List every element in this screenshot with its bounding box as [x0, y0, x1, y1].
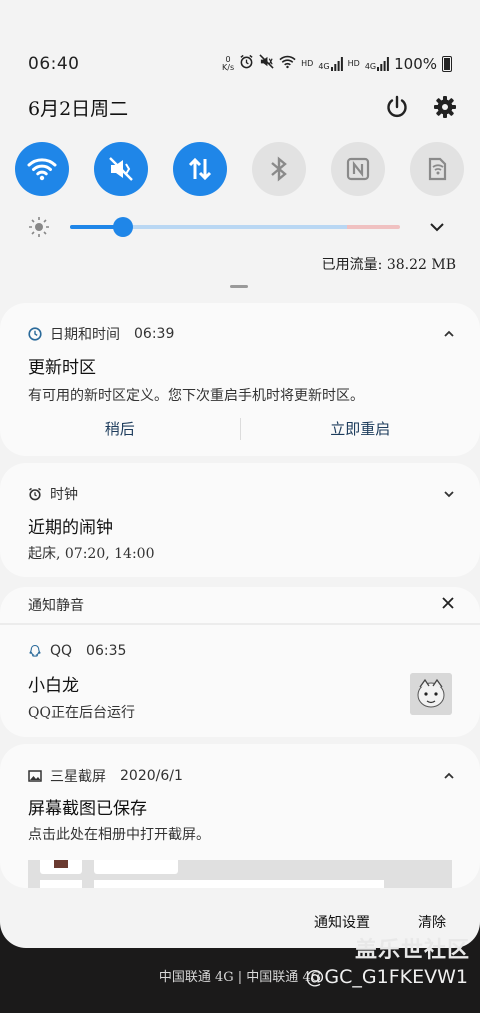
- chevron-down-icon: [430, 223, 444, 232]
- datetime-notification[interactable]: 日期和时间 06:39 更新时区 有可用的新时区定义。您下次重启手机时将更新时区…: [0, 303, 480, 456]
- wifi-icon: [27, 158, 57, 181]
- battery-percent: 100%: [394, 54, 437, 73]
- mute-icon: [109, 157, 133, 181]
- qq-icon: [29, 644, 41, 657]
- preview-element: [94, 880, 384, 888]
- share-toggle[interactable]: [410, 142, 464, 196]
- section-label: 通知静音: [28, 598, 84, 614]
- watermark-title: 盖乐世社区: [354, 938, 470, 963]
- card-header: 日期和时间 06:39: [28, 324, 174, 344]
- app-name: QQ: [50, 643, 73, 659]
- screenshot-notification[interactable]: 三星截屏 2020/6/1 屏幕截图已保存 点击此处在相册中打开截屏。: [0, 744, 480, 888]
- power-button[interactable]: [384, 94, 410, 120]
- settings-icon: [434, 96, 456, 118]
- close-icon[interactable]: [440, 595, 456, 611]
- collapse-icon[interactable]: [442, 769, 456, 783]
- signal-label-4: 4G: [364, 61, 377, 71]
- signal-icon: 4G: [318, 56, 343, 71]
- mobile-data-toggle[interactable]: [173, 142, 227, 196]
- preview-element: [40, 880, 82, 888]
- notification-title: 更新时区: [28, 358, 96, 378]
- battery-icon: [442, 55, 452, 72]
- app-name: 时钟: [50, 487, 78, 503]
- expand-button[interactable]: [428, 218, 446, 236]
- nfc-toggle[interactable]: [331, 142, 385, 196]
- mute-icon: [259, 54, 274, 73]
- notification-title: 小白龙: [28, 676, 79, 696]
- notification-body: 起床, 07:20, 14:00: [28, 546, 155, 562]
- card-header: QQ 06:35: [28, 643, 126, 659]
- signal-label-1: HD: [301, 59, 314, 68]
- sound-toggle[interactable]: [94, 142, 148, 196]
- notification-time: 06:35: [86, 643, 127, 659]
- chevron-down-icon[interactable]: [442, 487, 456, 501]
- header-date: 6月2日周二: [28, 98, 129, 120]
- power-icon: [387, 95, 407, 118]
- notification-settings-button[interactable]: 通知设置: [314, 912, 370, 932]
- mobile-data-icon: [188, 157, 212, 181]
- settings-button[interactable]: [432, 94, 458, 120]
- notification-body: 有可用的新时区定义。您下次重启手机时将更新时区。: [28, 388, 364, 404]
- qq-notification[interactable]: QQ 06:35 小白龙 QQ正在后台运行: [0, 625, 480, 737]
- net-speed-unit: K/s: [222, 62, 235, 72]
- later-button[interactable]: 稍后: [0, 415, 240, 443]
- collapse-icon[interactable]: [442, 327, 456, 341]
- card-header: 三星截屏 2020/6/1: [28, 766, 183, 786]
- notification-title: 屏幕截图已保存: [28, 799, 147, 819]
- clock-icon: [28, 327, 42, 341]
- notification-actions: 稍后 立即重启: [0, 415, 480, 443]
- preview-element: [54, 860, 68, 868]
- status-bar: 06:40 0 K/s HD 4G HD 4G 100%: [28, 52, 452, 78]
- notification-body: 点击此处在相册中打开截屏。: [28, 827, 210, 843]
- alarm-icon: [29, 487, 41, 501]
- avatar: [410, 673, 452, 715]
- signal-label-2: 4G: [318, 61, 330, 71]
- bluetooth-icon: [271, 156, 287, 182]
- clock-notification[interactable]: 时钟 近期的闹钟 起床, 07:20, 14:00: [0, 463, 480, 577]
- notification-panel: 06:40 0 K/s HD 4G HD 4G 100% 6月2日周二 已用流量…: [0, 0, 480, 948]
- card-header: 时钟: [28, 484, 78, 504]
- notification-time: 06:39: [134, 326, 175, 342]
- share-icon: [428, 157, 447, 181]
- nfc-icon: [346, 157, 370, 181]
- app-name: 三星截屏: [50, 769, 106, 785]
- brightness-icon: [28, 216, 50, 238]
- brightness-thumb[interactable]: [112, 217, 133, 237]
- wifi-icon: [279, 55, 296, 73]
- app-name: 日期和时间: [50, 327, 120, 343]
- notification-title: 近期的闹钟: [28, 518, 113, 538]
- notification-body: QQ正在后台运行: [28, 705, 135, 721]
- preview-element: [94, 860, 178, 874]
- panel-handle[interactable]: [230, 285, 248, 288]
- image-icon: [28, 770, 42, 782]
- alarm-icon: [239, 54, 254, 73]
- silent-notifications-section: 通知静音 QQ 06:35 小白龙 QQ正在后台运行: [0, 587, 480, 737]
- watermark-user: @GC_G1FKEVW1: [305, 966, 468, 988]
- signal-label-3: HD: [347, 59, 360, 68]
- wifi-toggle[interactable]: [15, 142, 69, 196]
- status-time: 06:40: [28, 54, 80, 74]
- clear-button[interactable]: 清除: [418, 912, 446, 932]
- net-speed: 0 K/s: [222, 55, 235, 72]
- signal-icon: 4G: [364, 56, 390, 71]
- bluetooth-toggle[interactable]: [252, 142, 306, 196]
- preview-element: [40, 860, 82, 874]
- restart-now-button[interactable]: 立即重启: [241, 415, 480, 443]
- screenshot-preview[interactable]: [28, 860, 452, 888]
- brightness-slider[interactable]: [70, 217, 400, 237]
- status-icons: 0 K/s HD 4G HD 4G 100%: [222, 54, 452, 73]
- notification-time: 2020/6/1: [120, 768, 183, 784]
- data-usage: 已用流量: 38.22 MB: [321, 257, 456, 273]
